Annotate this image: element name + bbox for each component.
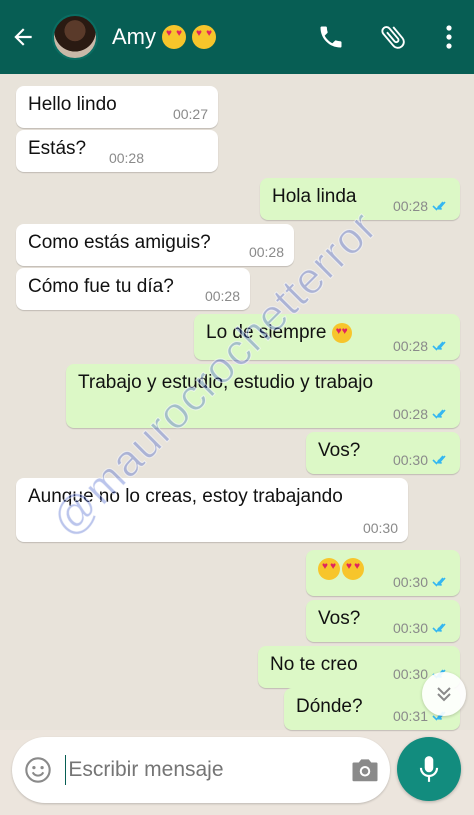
read-ticks-icon [432,623,446,633]
menu-button[interactable] [424,0,474,74]
read-ticks-icon [432,409,446,419]
message-bubble[interactable]: Como estás amiguis? 00:28 [16,224,294,266]
paperclip-icon [381,26,405,49]
heart-eyes-emoji [192,25,216,49]
message-bubble[interactable]: 00:30 [306,550,460,596]
message-text: Trabajo y estudio, estudio y trabajo [78,372,374,393]
text-caret [64,755,67,785]
message-bubble[interactable]: Estás? 00:28 [16,130,218,172]
mic-icon [419,756,439,782]
message-time: 00:28 [108,150,144,166]
read-ticks-icon [432,577,446,587]
read-ticks-icon [432,341,446,351]
camera-button[interactable] [339,737,390,803]
message-time: 00:28 [204,288,240,304]
emoji-button[interactable] [12,737,65,803]
flushed-emoji [342,558,364,580]
message-bubble[interactable]: Vos? 00:30 [306,600,460,642]
message-time: 00:27 [172,106,208,122]
message-bubble[interactable]: Hello lindo 00:27 [16,86,218,128]
more-vert-icon [446,25,452,49]
avatar[interactable] [52,14,98,60]
message-time: 00:28 [393,198,450,214]
chat-header: Amy [0,0,474,74]
attach-button[interactable] [362,0,424,74]
emoji-icon [25,757,51,783]
scroll-down-button[interactable] [422,672,466,716]
mic-button[interactable] [397,737,461,801]
message-time: 00:30 [393,620,450,636]
scroll-down-icon [437,687,451,702]
contact-title[interactable]: Amy [112,24,216,50]
message-input[interactable] [68,758,340,782]
sweat-smile-emoji [331,322,352,343]
back-arrow-icon [14,28,32,46]
flushed-emoji [318,558,340,580]
heart-eyes-emoji [162,25,186,49]
camera-icon [352,759,378,782]
message-text: Como estás amiguis? [28,232,211,253]
message-bubble[interactable]: Vos? 00:30 [306,432,460,474]
message-time: 00:28 [248,244,284,260]
contact-name: Amy [112,24,156,49]
chat-area[interactable]: Hello lindo 00:27 Estás? 00:28 Hola lind… [0,74,474,730]
message-time: 00:30 [393,574,450,590]
message-time: 00:30 [362,520,398,536]
message-bubble[interactable]: Trabajo y estudio, estudio y trabajo 00:… [66,364,460,428]
read-ticks-icon [432,201,446,211]
message-composer [12,737,390,803]
back-button[interactable] [0,0,46,74]
call-button[interactable] [300,0,362,74]
message-bubble[interactable]: Cómo fue tu día? 00:28 [16,268,250,310]
message-time: 00:28 [393,338,450,354]
message-time: 00:28 [393,406,450,422]
phone-icon [320,26,342,48]
message-time: 00:30 [393,452,450,468]
read-ticks-icon [432,455,446,465]
